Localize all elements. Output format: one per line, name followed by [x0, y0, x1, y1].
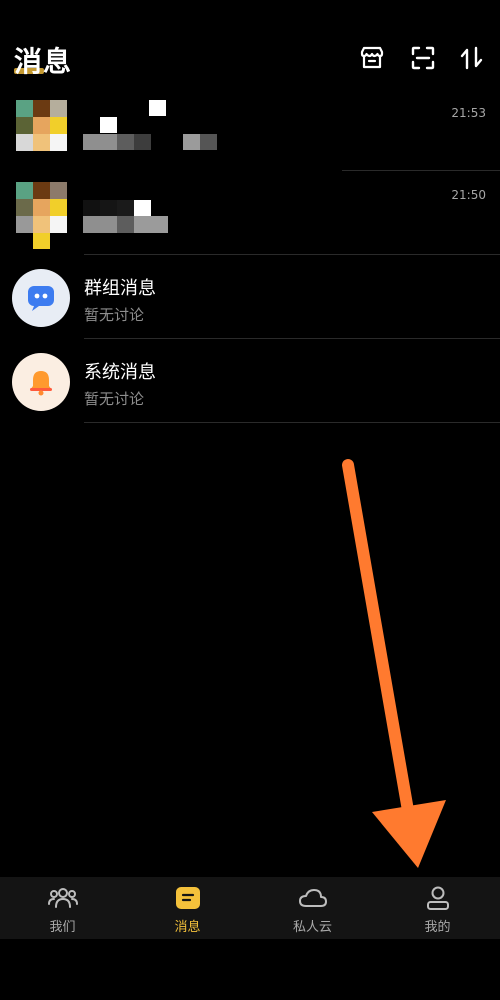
nav-label: 消息 [174, 920, 201, 935]
sort-icon[interactable] [458, 44, 486, 72]
nav-label: 我们 [49, 920, 76, 935]
bell-icon [12, 353, 70, 411]
conversation-item[interactable]: 21:50 [0, 172, 500, 256]
nav-label: 私人云 [292, 920, 332, 935]
conversation-time: 21:50 [451, 188, 486, 202]
conversation-time: 21:53 [451, 106, 486, 120]
divider [84, 338, 500, 339]
nav-label: 我的 [424, 920, 451, 935]
divider [84, 422, 500, 423]
nav-item-me[interactable]: 我的 [375, 877, 500, 939]
scan-icon[interactable] [409, 44, 437, 72]
nav-item-private-cloud[interactable]: 私人云 [250, 877, 375, 939]
cloud-icon [298, 885, 328, 911]
profile-icon [423, 885, 453, 911]
avatar [16, 100, 68, 152]
header: 消息 [0, 0, 500, 90]
divider [84, 254, 500, 255]
people-icon [47, 885, 78, 911]
conversation-subtitle: 暂无讨论 [84, 390, 145, 408]
store-icon[interactable] [358, 44, 386, 72]
conversation-item[interactable]: 21:53 [0, 92, 500, 172]
system-message-item[interactable]: 系统消息 暂无讨论 [0, 340, 500, 424]
page-title: 消息 [14, 45, 73, 78]
conversation-name: 群组消息 [84, 278, 156, 299]
conversation-name: 系统消息 [84, 362, 156, 383]
message-icon [173, 885, 203, 911]
avatar-fragment [33, 233, 50, 249]
nav-item-messages[interactable]: 消息 [125, 877, 250, 939]
avatar [16, 182, 68, 234]
bottom-nav: 我们 消息 私人云 我的 [0, 877, 500, 939]
divider [342, 170, 500, 171]
group-chat-icon [12, 269, 70, 327]
conversation-subtitle: 暂无讨论 [84, 306, 145, 324]
group-message-item[interactable]: 群组消息 暂无讨论 [0, 256, 500, 340]
nav-item-we[interactable]: 我们 [0, 877, 125, 939]
